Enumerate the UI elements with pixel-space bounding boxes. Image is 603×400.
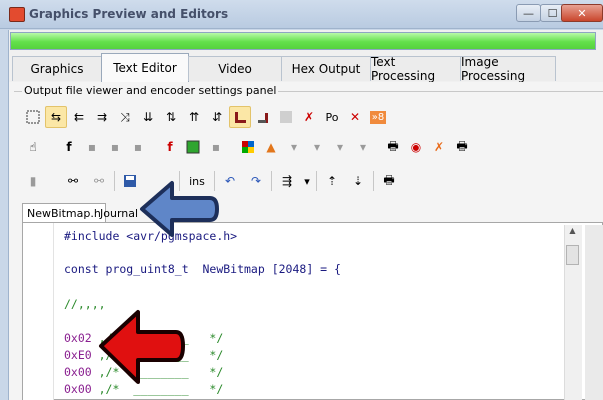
bar-graph-icon[interactable] xyxy=(229,106,251,128)
disabled-doc-icon[interactable]: ▪ xyxy=(81,136,103,158)
separator xyxy=(373,171,374,191)
tab-image-processing[interactable]: Image Processing xyxy=(460,55,556,83)
disabled-speech4-icon[interactable]: ▾ xyxy=(352,136,374,158)
hex-value: 0x00 xyxy=(64,365,92,379)
toolbar-row-1: ⇆ ⇇ ⇉ ⤨ ⇊ ⇅ ⇈ ⇵ ✗ Po ✕ »8 xyxy=(22,106,389,128)
disabled-doc3-icon[interactable]: ▪ xyxy=(127,136,149,158)
print-preview-icon[interactable]: 🖶 xyxy=(378,170,400,192)
disabled-speech2-icon[interactable]: ▾ xyxy=(306,136,328,158)
tab-video[interactable]: Video xyxy=(188,56,282,81)
no-pen-icon[interactable]: ✗ xyxy=(298,106,320,128)
r8-button[interactable]: »8 xyxy=(367,106,389,128)
format-icon[interactable]: ⇶ xyxy=(276,170,298,192)
group-label: Output file viewer and encoder settings … xyxy=(22,84,279,97)
binoculars-replace-icon[interactable]: ⚯ xyxy=(88,170,110,192)
disabled-graph-icon[interactable] xyxy=(275,106,297,128)
disabled-speech3-icon[interactable]: ▾ xyxy=(329,136,351,158)
pointer-icon[interactable]: ☝ xyxy=(22,136,44,158)
sort-desc-icon[interactable]: ⇣ xyxy=(347,170,369,192)
code-line-declaration[interactable]: const prog_uint8_t NewBitmap [2048] = { xyxy=(64,262,341,276)
tab-hex-output[interactable]: Hex Output xyxy=(281,56,371,81)
cancel-print-icon[interactable]: ✗ xyxy=(428,136,450,158)
scroll-thumb[interactable] xyxy=(566,245,579,265)
disabled-doc2-icon[interactable]: ▪ xyxy=(104,136,126,158)
separator xyxy=(114,171,115,191)
color-palette-icon[interactable] xyxy=(237,136,259,158)
toolbar-row-2: ☝ f ▪ ▪ ▪ f ▪ ▲ ▾ ▾ ▾ ▾ 🖶 ◉ ✗ 🖶 xyxy=(22,136,473,158)
disabled-new-icon[interactable]: ▮ xyxy=(22,170,44,192)
close-button[interactable]: ✕ xyxy=(561,4,603,22)
progress-bar xyxy=(10,32,596,50)
hex-value: 0xE0 xyxy=(64,348,92,362)
arrows-down-icon[interactable]: ⇊ xyxy=(137,106,159,128)
hex-value: 0x02 xyxy=(64,331,92,345)
target-icon[interactable]: ◉ xyxy=(405,136,427,158)
disabled-box-icon[interactable]: ▪ xyxy=(205,136,227,158)
line-gutter xyxy=(23,223,54,400)
swap-left-icon[interactable]: ⇇ xyxy=(68,106,90,128)
bit-order-icon[interactable]: ⇆ xyxy=(45,106,67,128)
declaration-text: const prog_uint8_t NewBitmap [2048] = { xyxy=(64,262,341,276)
app-icon xyxy=(9,7,25,22)
window-title: Graphics Preview and Editors xyxy=(29,7,229,21)
tab-text-processing[interactable]: Text Processing xyxy=(370,55,461,83)
blue-arrow-icon xyxy=(140,181,219,237)
right-strip xyxy=(585,225,603,400)
disabled-speech-icon[interactable]: ▾ xyxy=(283,136,305,158)
font-icon[interactable]: f xyxy=(58,136,80,158)
tab-journal[interactable]: Journal xyxy=(96,203,142,223)
separator xyxy=(271,171,272,191)
tab-graphics[interactable]: Graphics xyxy=(12,56,102,81)
swap-right-icon[interactable]: ⇉ xyxy=(91,106,113,128)
green-square-icon[interactable] xyxy=(182,136,204,158)
cross-out-icon[interactable]: ✕ xyxy=(344,106,366,128)
sort-asc-icon[interactable]: ⇡ xyxy=(321,170,343,192)
tab-text-editor[interactable]: Text Editor xyxy=(101,53,189,82)
separator xyxy=(316,171,317,191)
arrows-updown2-icon[interactable]: ⇵ xyxy=(206,106,228,128)
chevron-down-icon[interactable]: ▾ xyxy=(302,170,312,192)
tab-newbitmap[interactable]: NewBitmap.h xyxy=(22,203,106,223)
arrows-up-icon[interactable]: ⇈ xyxy=(183,106,205,128)
scroll-up-icon[interactable]: ▲ xyxy=(566,226,579,241)
font-label: f xyxy=(66,140,72,154)
binoculars-icon[interactable]: ⚯ xyxy=(62,170,84,192)
hex-value: 0x00 xyxy=(64,382,92,396)
undo-icon[interactable]: ↶ xyxy=(219,170,241,192)
printer-icon[interactable]: 🖶 xyxy=(451,136,473,158)
select-icon[interactable] xyxy=(22,106,44,128)
paint-bucket-icon[interactable]: ▲ xyxy=(260,136,282,158)
redo-icon[interactable]: ↷ xyxy=(245,170,267,192)
r8-label: »8 xyxy=(369,110,387,124)
font-red-icon[interactable]: f xyxy=(159,136,181,158)
red-arrow-icon xyxy=(99,310,185,384)
print-icon[interactable]: 🖶 xyxy=(382,136,404,158)
flip-cross-icon[interactable]: ⤨ xyxy=(114,106,136,128)
minimize-button[interactable]: — xyxy=(516,4,541,22)
po-button[interactable]: Po xyxy=(321,106,343,128)
bar-small-icon[interactable] xyxy=(252,106,274,128)
arrows-up-down-icon[interactable]: ⇅ xyxy=(160,106,182,128)
